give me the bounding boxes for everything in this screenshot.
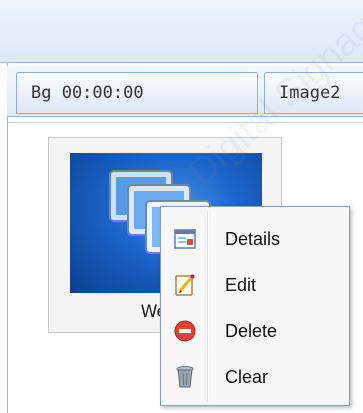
menu-item-clear[interactable]: Clear [163, 355, 347, 399]
edit-icon [163, 263, 207, 307]
delete-icon [163, 309, 207, 353]
tab-image2[interactable]: Image2 [264, 72, 363, 114]
menu-item-delete[interactable]: Delete [163, 309, 347, 353]
menu-item-clear-label: Clear [225, 366, 269, 387]
tab-bg[interactable]: Bg 00:00:00 [16, 72, 258, 114]
menu-item-delete-label: Delete [225, 320, 278, 341]
menu-item-edit-label: Edit [225, 274, 257, 295]
window-header [0, 0, 363, 63]
context-menu: Details Edit Delete Clear [160, 206, 350, 406]
details-icon [163, 217, 207, 261]
menu-item-details[interactable]: Details [163, 217, 347, 261]
trash-icon [163, 355, 207, 399]
menu-item-details-label: Details [225, 228, 281, 249]
menu-item-edit[interactable]: Edit [163, 263, 347, 307]
